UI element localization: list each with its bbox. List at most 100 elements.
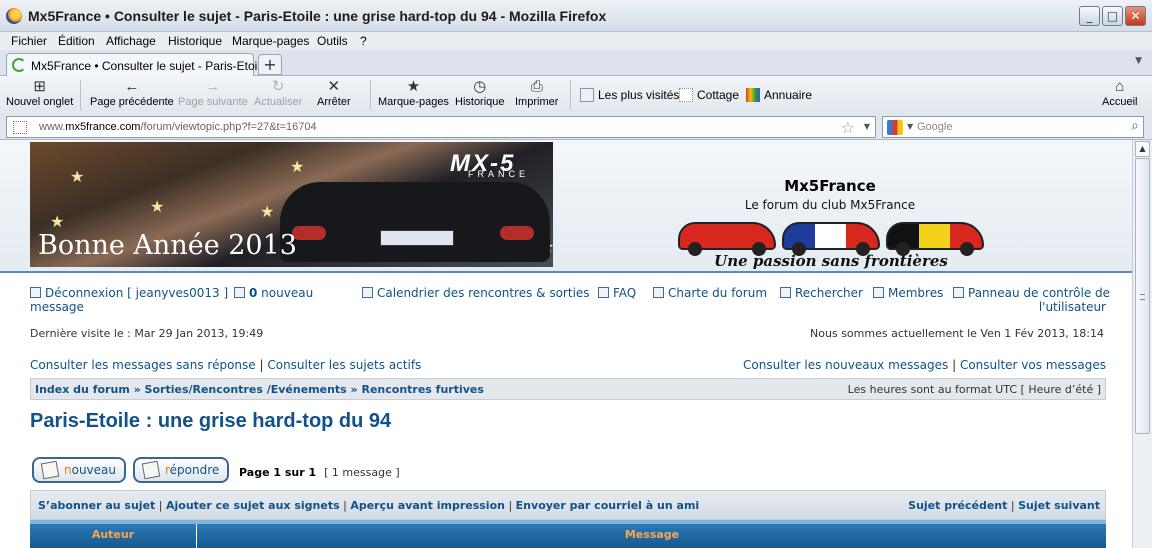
- maximize-button[interactable]: □: [1102, 6, 1123, 26]
- car-swiss-icon: [678, 222, 776, 256]
- menu-historique[interactable]: Historique: [168, 34, 222, 48]
- star-decoration: ★: [290, 157, 305, 176]
- menu-affichage[interactable]: Affichage: [106, 34, 156, 48]
- navigation-toolbar: ⊞ Nouvel onglet ← Page précédente → Page su…: [0, 76, 1152, 114]
- reply-button[interactable]: répondre: [133, 457, 230, 483]
- print-view-link[interactable]: Aperçu avant impression: [350, 499, 505, 512]
- faq-link[interactable]: FAQ: [598, 286, 636, 300]
- charter-link[interactable]: Charte du forum: [653, 286, 767, 300]
- bookmarks-button[interactable]: ★ Marque-pages: [378, 78, 449, 108]
- address-bar[interactable]: www.mx5france.com/forum/viewtopic.php?f=…: [6, 116, 876, 138]
- new-tab-button[interactable]: +: [258, 54, 282, 75]
- envelope-icon: [234, 287, 245, 298]
- user-nav: Déconnexion [ jeanyves0013 ] 0 nouveau m…: [30, 286, 1110, 318]
- tab-list-icon[interactable]: ▼: [1135, 56, 1142, 66]
- info-icon: [653, 287, 664, 298]
- calendar-link[interactable]: Calendrier des rencontres & sorties: [362, 286, 590, 300]
- bookmark-most-visited[interactable]: Les plus visités: [580, 88, 679, 102]
- pencil-icon: [40, 460, 60, 480]
- new-topic-button[interactable]: nouveau: [32, 457, 126, 483]
- timezone-note: Les heures sont au format UTC [ Heure d’…: [847, 383, 1101, 396]
- breadcrumb-path: Index du forum » Sorties/Rencontres /Evé…: [35, 383, 484, 396]
- minimize-button[interactable]: _: [1079, 6, 1100, 26]
- forum-header: ★ ★ ★ ★ ★ ★ MX-5 FRANCE Bonne Année 2013…: [0, 140, 1132, 273]
- active-topics-link[interactable]: Consulter les sujets actifs: [267, 358, 421, 372]
- search-bar[interactable]: ▼ Google ⌕: [882, 116, 1144, 138]
- site-identity-icon[interactable]: [13, 121, 27, 134]
- printer-icon: ⎙: [530, 78, 543, 95]
- menu-help[interactable]: ?: [360, 34, 367, 48]
- breadcrumb-item[interactable]: Rencontres furtives: [361, 383, 483, 396]
- your-posts-link[interactable]: Consulter vos messages: [960, 358, 1106, 372]
- star-decoration: ★: [260, 202, 275, 221]
- scroll-up-button[interactable]: ▲: [1135, 141, 1150, 157]
- search-engine-dropdown-icon[interactable]: ▼: [907, 122, 913, 131]
- email-friend-link[interactable]: Envoyer par courriel à un ami: [516, 499, 700, 512]
- bookmark-annuaire[interactable]: Annuaire: [746, 88, 812, 102]
- magnifier-icon: [780, 287, 791, 298]
- menu-marque-pages[interactable]: Marque-pages: [232, 34, 309, 48]
- star-decoration: ★: [70, 167, 85, 186]
- new-messages-link-line2[interactable]: message: [30, 300, 84, 314]
- topic-title[interactable]: Paris-Etoile : une grise hard-top du 94: [30, 410, 391, 433]
- logout-link[interactable]: Déconnexion [ jeanyves0013 ]: [30, 286, 228, 300]
- toolbar-separator: [370, 80, 371, 110]
- breadcrumb-item[interactable]: Index du forum: [35, 383, 130, 396]
- tab-bar: Mx5France • Consulter le sujet - Paris-E…: [0, 50, 1152, 76]
- ucp-link[interactable]: Panneau de contrôle de: [953, 286, 1110, 300]
- star-decoration: ★: [150, 197, 165, 216]
- menu-outils[interactable]: Outils: [317, 34, 348, 48]
- bookmark-cottage[interactable]: Cottage: [679, 88, 739, 102]
- page-content: ★ ★ ★ ★ ★ ★ MX-5 FRANCE Bonne Année 2013…: [0, 140, 1132, 548]
- scrollbar-thumb[interactable]: [1135, 158, 1150, 434]
- new-messages-link[interactable]: 0 nouveau: [234, 286, 313, 300]
- quick-links-right: Consulter les nouveaux messages | Consul…: [743, 358, 1106, 372]
- quick-links-left: Consulter les messages sans réponse | Co…: [30, 358, 422, 372]
- topic-actions: S’abonner au sujet | Ajouter ce sujet au…: [38, 499, 700, 512]
- tail-light: [292, 226, 326, 240]
- banner-image: ★ ★ ★ ★ ★ ★ MX-5 FRANCE Bonne Année 2013: [30, 142, 553, 267]
- breadcrumb-item[interactable]: Sorties/Rencontres /Evénements: [145, 383, 347, 396]
- tail-light: [500, 226, 534, 240]
- home-button[interactable]: ⌂ Accueil: [1102, 78, 1137, 108]
- bookmark-topic-link[interactable]: Ajouter ce sujet aux signets: [166, 499, 340, 512]
- menu-edition[interactable]: Édition: [58, 34, 95, 48]
- banner-logo-sub: FRANCE: [468, 169, 530, 179]
- reload-button[interactable]: ↻ Actualiser: [254, 78, 302, 108]
- bookmark-folder-icon: [580, 88, 594, 102]
- address-text[interactable]: www.mx5france.com/forum/viewtopic.php?f=…: [39, 121, 317, 133]
- subscribe-link[interactable]: S’abonner au sujet: [38, 499, 155, 512]
- car-france-icon: [782, 222, 880, 256]
- menu-fichier[interactable]: Fichier: [11, 34, 47, 48]
- new-posts-link[interactable]: Consulter les nouveaux messages: [743, 358, 948, 372]
- search-link[interactable]: Rechercher: [780, 286, 863, 300]
- stop-button[interactable]: ✕ Arrêter: [317, 78, 351, 108]
- unanswered-link[interactable]: Consulter les messages sans réponse: [30, 358, 256, 372]
- previous-topic-link[interactable]: Sujet précédent: [908, 499, 1007, 512]
- search-icon[interactable]: ⌕: [1131, 118, 1139, 134]
- posts-table-header: Auteur Message: [30, 520, 1106, 548]
- vertical-scrollbar[interactable]: ▲: [1132, 140, 1152, 548]
- power-icon: [30, 287, 41, 298]
- loading-icon: [12, 58, 26, 72]
- forward-button[interactable]: → Page suivante: [178, 78, 248, 108]
- url-dropdown-icon[interactable]: ▼: [864, 122, 870, 131]
- close-button[interactable]: ✕: [1125, 6, 1146, 26]
- print-button[interactable]: ⎙ Imprimer: [515, 78, 558, 108]
- next-topic-link[interactable]: Sujet suivant: [1018, 499, 1100, 512]
- ucp-link-line2[interactable]: l'utilisateur: [1020, 300, 1106, 314]
- arrow-right-icon: →: [205, 78, 221, 95]
- bookmark-star-icon[interactable]: ☆: [841, 118, 855, 137]
- car-belgium-icon: [886, 222, 984, 256]
- firefox-icon: [6, 8, 22, 24]
- members-link[interactable]: Membres: [873, 286, 943, 300]
- back-button[interactable]: ← Page précédente: [90, 78, 174, 108]
- home-icon: ⌂: [1115, 78, 1125, 95]
- toolbar-separator: [80, 80, 81, 110]
- banner-greeting: Bonne Année 2013: [38, 230, 297, 261]
- google-icon[interactable]: [887, 120, 903, 135]
- history-button[interactable]: ◷ Historique: [455, 78, 505, 108]
- tab-active[interactable]: Mx5France • Consulter le sujet - Paris-E…: [6, 53, 280, 76]
- new-tab-toolbar-button[interactable]: ⊞ Nouvel onglet: [6, 78, 73, 108]
- reload-icon: ↻: [271, 78, 285, 95]
